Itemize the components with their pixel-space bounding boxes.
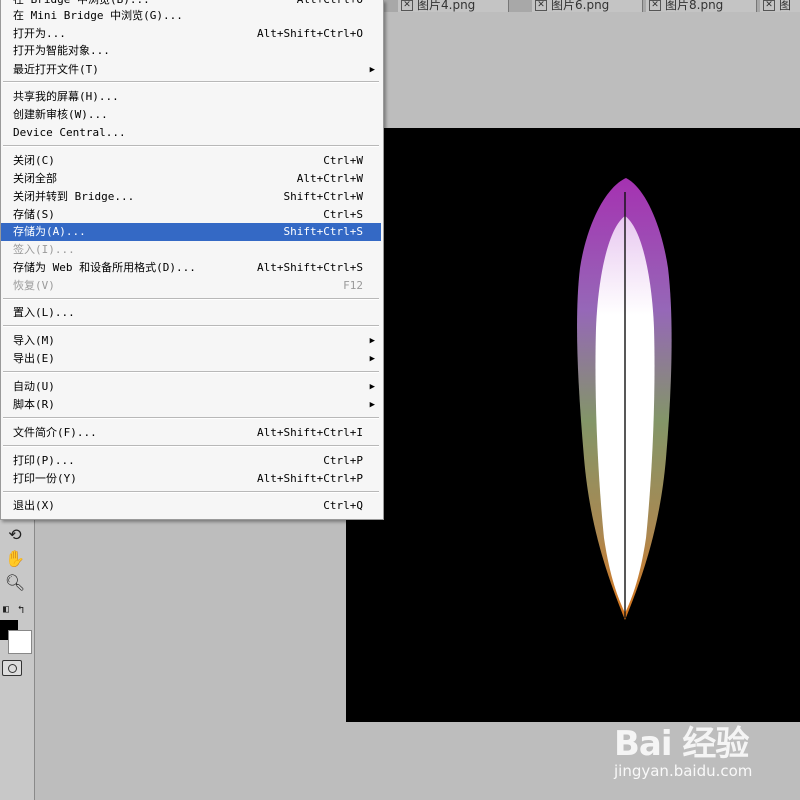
menu-separator xyxy=(3,371,379,373)
quick-mask-icon[interactable] xyxy=(2,660,22,676)
document-tab[interactable]: ✕ 图片6.png xyxy=(532,0,643,12)
menu-item-scripts[interactable]: 脚本(R) ▶ xyxy=(1,396,381,414)
menu-item-close-and-go-to-bridge[interactable]: 关闭并转到 Bridge... Shift+Ctrl+W xyxy=(1,188,381,206)
submenu-arrow-icon: ▶ xyxy=(369,336,375,346)
menu-separator xyxy=(3,298,379,300)
menu-item-close-all[interactable]: 关闭全部 Alt+Ctrl+W xyxy=(1,170,381,188)
menu-item-share-my-screen[interactable]: 共享我的屏幕(H)... xyxy=(1,88,381,106)
menu-item-export[interactable]: 导出(E) ▶ xyxy=(1,350,381,368)
menu-item-open-as[interactable]: 打开为... Alt+Shift+Ctrl+O xyxy=(1,25,381,43)
menu-item-file-info[interactable]: 文件简介(F)... Alt+Shift+Ctrl+I xyxy=(1,424,381,442)
menu-item-check-in: 签入(I)... xyxy=(13,243,75,256)
menu-item-revert: 恢复(V) F12 xyxy=(13,279,363,292)
menu-separator xyxy=(3,417,379,419)
submenu-arrow-icon: ▶ xyxy=(369,65,375,75)
menu-item-exit[interactable]: 退出(X) Ctrl+Q xyxy=(1,497,381,515)
menu-separator xyxy=(3,445,379,447)
file-menu: 在 Bridge 中浏览(B)...Alt+Ctrl+O 在 Mini Brid… xyxy=(0,0,384,520)
document-tab[interactable]: ✕ 图 xyxy=(760,0,800,12)
submenu-arrow-icon: ▶ xyxy=(369,400,375,410)
close-tab-icon[interactable]: ✕ xyxy=(535,0,547,11)
document-tab-bar: ✕ 图片4.png ✕ 图片6.png ✕ 图片8.png ✕ 图 xyxy=(380,0,800,12)
feather-artwork xyxy=(577,178,672,620)
menu-item-import[interactable]: 导入(M) ▶ xyxy=(1,332,381,350)
default-colors-icon[interactable]: ◧ xyxy=(0,599,12,621)
rotate-view-tool-icon[interactable]: ⟲ xyxy=(3,524,27,546)
close-tab-icon[interactable]: ✕ xyxy=(649,0,661,11)
menu-item-print[interactable]: 打印(P)... Ctrl+P xyxy=(1,452,381,470)
menu-item-create-new-review[interactable]: 创建新审核(W)... xyxy=(1,106,381,124)
submenu-arrow-icon: ▶ xyxy=(369,354,375,364)
menu-item-save-as[interactable]: 存储为(A)... Shift+Ctrl+S xyxy=(1,223,381,241)
menu-item-automate[interactable]: 自动(U) ▶ xyxy=(1,378,381,396)
zoom-tool-icon[interactable]: 🔍︎ xyxy=(3,572,27,594)
menu-item-save[interactable]: 存储(S) Ctrl+S xyxy=(1,206,381,224)
menu-item-open-as-smart-object[interactable]: 打开为智能对象... xyxy=(1,42,381,60)
hand-tool-icon[interactable]: ✋ xyxy=(3,548,27,570)
menu-item-open-recent[interactable]: 最近打开文件(T) ▶ xyxy=(1,61,381,79)
watermark-logo: Bai 经验 xyxy=(614,724,749,764)
menu-separator xyxy=(3,491,379,493)
menu-item-place[interactable]: 置入(L)... xyxy=(1,304,381,322)
document-tab[interactable]: ✕ 图片4.png xyxy=(398,0,509,12)
menu-separator xyxy=(3,145,379,147)
tools-panel: ⟲ ✋ 🔍︎ ◧ ↰ xyxy=(0,515,35,800)
submenu-arrow-icon: ▶ xyxy=(369,382,375,392)
document-canvas[interactable] xyxy=(346,128,800,722)
menu-separator xyxy=(3,81,379,83)
menu-separator xyxy=(3,325,379,327)
menu-item-device-central[interactable]: Device Central... xyxy=(1,124,381,142)
menu-item-print-one-copy[interactable]: 打印一份(Y) Alt+Shift+Ctrl+P xyxy=(1,470,381,488)
close-tab-icon[interactable]: ✕ xyxy=(401,0,413,11)
baidu-jingyan-watermark: Bai 经验 jingyan.baidu.com xyxy=(612,714,782,784)
watermark-url: jingyan.baidu.com xyxy=(614,762,753,780)
menu-item-browse-in-mini-bridge[interactable]: 在 Mini Bridge 中浏览(G)... xyxy=(1,7,381,25)
background-color-swatch[interactable] xyxy=(8,630,32,654)
menu-item-close[interactable]: 关闭(C) Ctrl+W xyxy=(1,152,381,170)
swap-colors-icon[interactable]: ↰ xyxy=(14,599,28,621)
document-tab[interactable]: ✕ 图片8.png xyxy=(646,0,757,12)
close-tab-icon[interactable]: ✕ xyxy=(763,0,775,11)
menu-item-save-for-web[interactable]: 存储为 Web 和设备所用格式(D)... Alt+Shift+Ctrl+S xyxy=(1,259,381,277)
